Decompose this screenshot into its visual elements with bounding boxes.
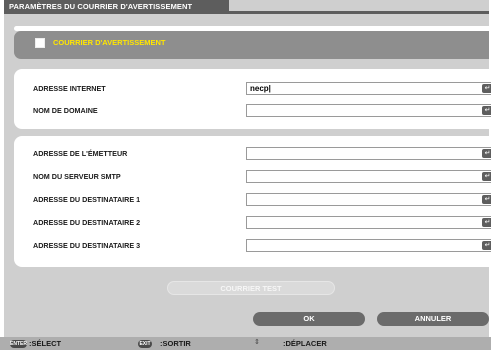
- select-hint: :SÉLECT: [29, 339, 62, 348]
- ok-button[interactable]: OK: [253, 312, 365, 326]
- enter-icon[interactable]: ↵: [482, 172, 491, 181]
- mail-server-section: ADRESSE DE L'ÉMETTEUR ↵ NOM DU SERVEUR S…: [14, 136, 491, 267]
- sender-address-label: ADRESSE DE L'ÉMETTEUR: [33, 149, 128, 158]
- enter-icon[interactable]: ↵: [482, 84, 491, 93]
- domain-name-field[interactable]: ↵: [246, 104, 491, 117]
- internet-address-value: necp|: [250, 84, 271, 93]
- enter-icon[interactable]: ↵: [482, 149, 491, 158]
- smtp-server-field[interactable]: ↵: [246, 170, 491, 183]
- settings-dialog: PARAMÈTRES DU COURRIER D'AVERTISSEMENT C…: [4, 0, 491, 350]
- recipient-1-label: ADRESSE DU DESTINATAIRE 1: [33, 195, 141, 204]
- sender-address-field[interactable]: ↵: [246, 147, 491, 160]
- cancel-button[interactable]: ANNULER: [377, 312, 489, 326]
- recipient-2-field[interactable]: ↵: [246, 216, 491, 229]
- domain-name-label: NOM DE DOMAINE: [33, 106, 98, 115]
- enter-icon[interactable]: ↵: [482, 195, 491, 204]
- exit-key-icon: EXIT: [138, 340, 152, 348]
- alert-mail-toggle-row[interactable]: COURRIER D'AVERTISSEMENT: [14, 31, 489, 59]
- enter-key-icon: ENTER: [10, 340, 27, 348]
- internet-address-field[interactable]: necp| ↵: [246, 82, 491, 95]
- internet-address-label: ADRESSE INTERNET: [33, 84, 106, 93]
- up-down-arrows-icon: ⇕: [254, 339, 260, 346]
- recipient-3-label: ADRESSE DU DESTINATAIRE 3: [33, 241, 141, 250]
- recipient-3-field[interactable]: ↵: [246, 239, 491, 252]
- test-mail-button[interactable]: COURRIER TEST: [167, 281, 335, 295]
- network-section: ADRESSE INTERNET necp| ↵ NOM DE DOMAINE …: [14, 69, 491, 129]
- smtp-server-label: NOM DU SERVEUR SMTP: [33, 172, 121, 181]
- move-hint: :DÉPLACER: [283, 339, 327, 348]
- enter-icon[interactable]: ↵: [482, 241, 491, 250]
- recipient-1-field[interactable]: ↵: [246, 193, 491, 206]
- enter-icon[interactable]: ↵: [482, 106, 491, 115]
- dialog-title: PARAMÈTRES DU COURRIER D'AVERTISSEMENT: [4, 0, 229, 14]
- enter-icon[interactable]: ↵: [482, 218, 491, 227]
- alert-mail-checkbox[interactable]: [35, 38, 45, 48]
- exit-hint: :SORTIR: [160, 339, 191, 348]
- recipient-2-label: ADRESSE DU DESTINATAIRE 2: [33, 218, 141, 227]
- title-underline: [229, 11, 489, 14]
- key-hint-bar: ENTER :SÉLECT EXIT :SORTIR ⇕ :DÉPLACER: [0, 337, 491, 350]
- alert-mail-label: COURRIER D'AVERTISSEMENT: [53, 38, 166, 47]
